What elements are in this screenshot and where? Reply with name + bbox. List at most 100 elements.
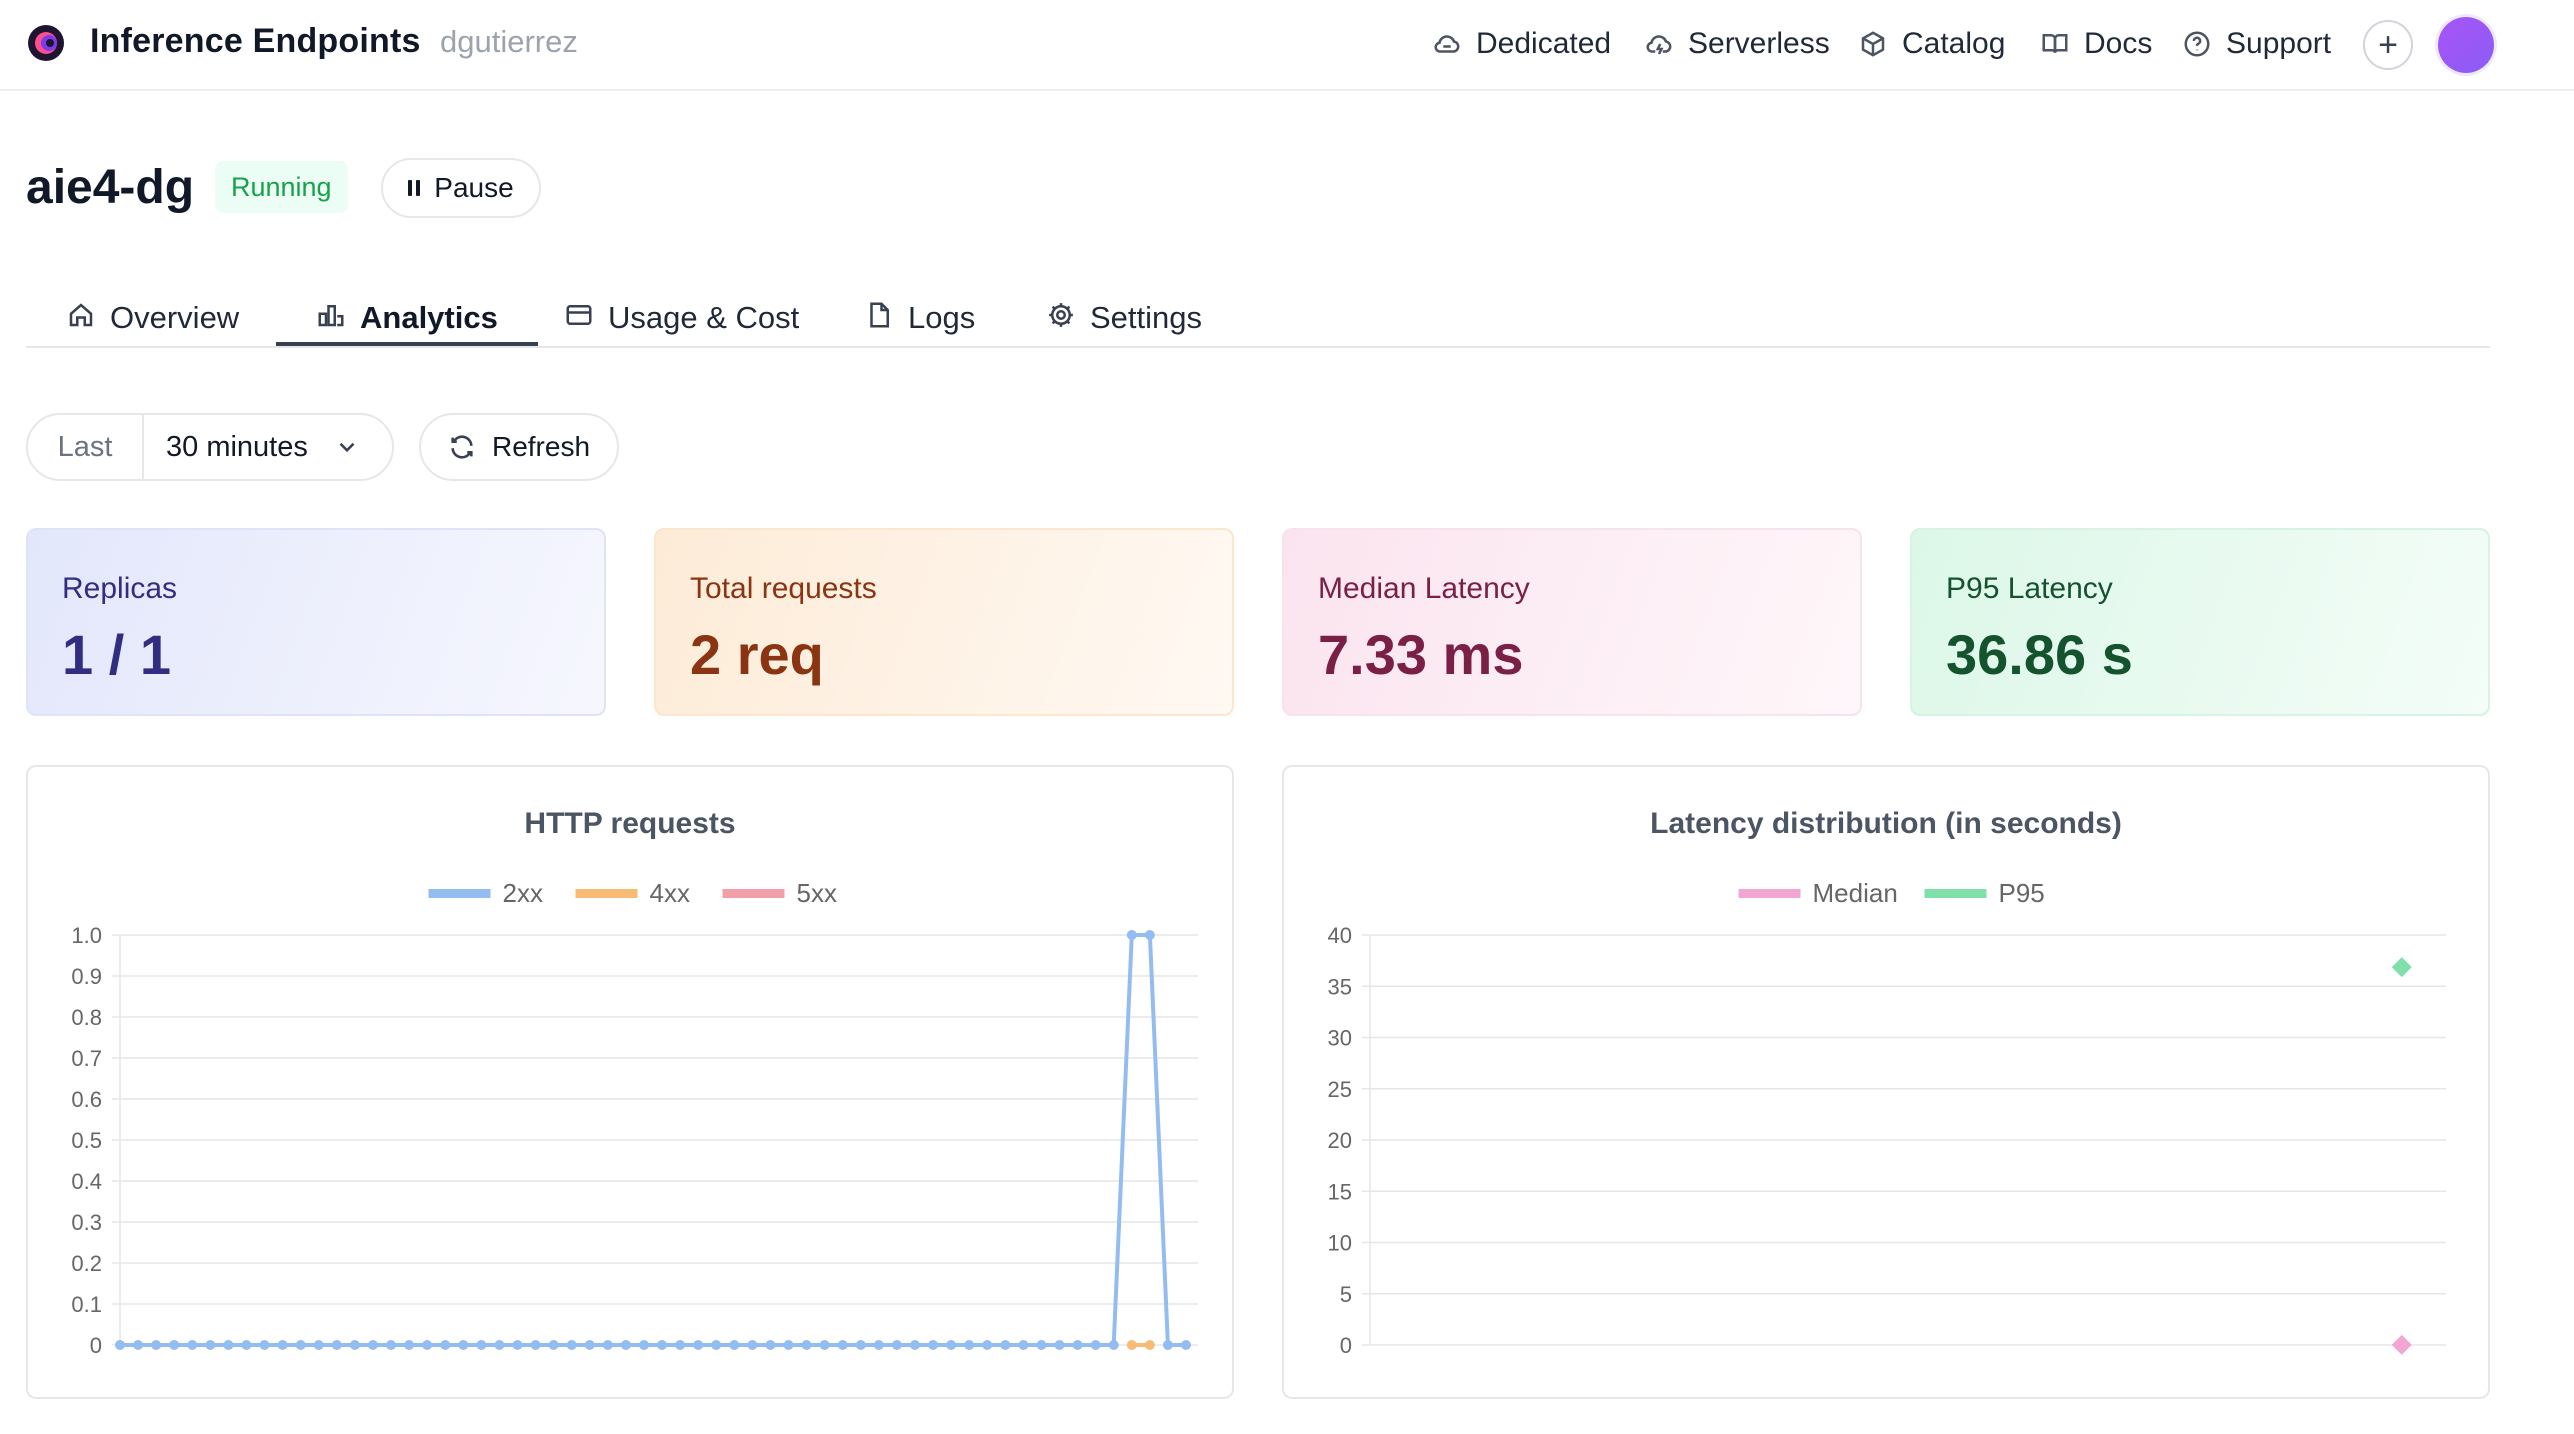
data-point-2xx: [151, 1340, 162, 1350]
refresh-button[interactable]: Refresh: [419, 413, 619, 481]
tab-label: Analytics: [360, 300, 498, 335]
stat-card-replicas: Replicas 1 / 1: [26, 528, 606, 716]
refresh-button-label: Refresh: [491, 431, 591, 462]
tab-label: Settings: [1090, 300, 1203, 335]
endpoint-tabs: Overview Analytics Usage & Cost Logs Set…: [26, 260, 2490, 348]
data-point-2xx: [602, 1340, 613, 1350]
data-point-2xx: [1162, 1340, 1173, 1350]
app-title[interactable]: Inference Endpoints: [90, 22, 421, 61]
account-name[interactable]: dgutierrez: [440, 24, 578, 60]
stat-value: 36.86 s: [1946, 623, 2133, 686]
nav-link-label: Dedicated: [1476, 27, 1612, 60]
data-point-2xx: [675, 1340, 686, 1350]
credit-card-icon: [566, 305, 592, 325]
data-point-2xx: [909, 1340, 920, 1350]
legend-swatch: [575, 889, 638, 898]
tab-logs[interactable]: Logs: [864, 280, 975, 346]
legend-label: Median: [1813, 878, 1898, 908]
data-point-2xx: [1054, 1340, 1065, 1350]
data-point-2xx: [729, 1340, 740, 1350]
legend-swatch: [428, 889, 491, 898]
tab-label: Usage & Cost: [608, 300, 800, 335]
legend-swatch: [1738, 889, 1801, 898]
stat-value: 2 req: [690, 623, 824, 686]
y-tick-label: 15: [1328, 1179, 1352, 1204]
data-point-2xx: [1018, 1340, 1029, 1350]
y-tick-label: 40: [1328, 923, 1352, 948]
pause-button[interactable]: Pause: [381, 158, 541, 218]
y-tick-label: 0.1: [71, 1292, 102, 1317]
data-point-2xx: [801, 1340, 812, 1350]
data-point-2xx: [946, 1340, 957, 1350]
data-point-2xx: [928, 1340, 939, 1350]
data-point-2xx: [1108, 1340, 1119, 1350]
stat-label: Median Latency: [1318, 572, 1530, 605]
stat-card-p95-latency: P95 Latency 36.86 s: [1910, 528, 2490, 716]
nav-link-catalog[interactable]: Catalog: [1858, 22, 2005, 66]
tab-analytics[interactable]: Analytics: [276, 280, 538, 346]
legend-label: 4xx: [650, 878, 690, 908]
nav-link-label: Serverless: [1688, 27, 1830, 60]
time-range-value[interactable]: 30 minutes: [144, 415, 392, 479]
data-point-2xx: [404, 1340, 415, 1350]
tab-usage-cost[interactable]: Usage & Cost: [564, 280, 799, 346]
data-point-P95: [2391, 957, 2412, 978]
user-avatar[interactable]: [2438, 17, 2494, 73]
data-point-Median: [2391, 1334, 2412, 1355]
latency-chart-card: Latency distribution (in seconds) 0 5 10 15…: [1282, 765, 2490, 1399]
nav-link-label: Catalog: [1902, 27, 2006, 60]
data-point-2xx: [982, 1340, 993, 1350]
data-point-2xx: [964, 1340, 975, 1350]
nav-link-support[interactable]: Support: [2182, 22, 2331, 66]
y-tick-label: 10: [1328, 1231, 1352, 1256]
logo-icon[interactable]: [26, 23, 66, 63]
chevron-down-icon: [339, 442, 355, 453]
data-point-2xx: [422, 1340, 433, 1350]
data-point-2xx: [494, 1340, 505, 1350]
stat-card-total-requests: Total requests 2 req: [654, 528, 1234, 716]
data-point-2xx: [1126, 930, 1137, 940]
tab-settings[interactable]: Settings: [1046, 280, 1202, 346]
top-navigation: Inference Endpoints dgutierrez Dedicated…: [0, 0, 2574, 91]
data-point-2xx: [133, 1340, 144, 1350]
y-tick-label: 0.4: [71, 1169, 102, 1194]
bar-chart-icon: [318, 305, 344, 327]
legend-swatch: [722, 889, 785, 898]
y-tick-label: 0.7: [71, 1046, 102, 1071]
data-point-2xx: [873, 1340, 884, 1350]
cube-icon: [1861, 31, 1885, 57]
y-tick-label: 0.6: [71, 1087, 102, 1112]
latency-distribution-chart[interactable]: 0 5 10 15 20 25 30 35 40 Median P95: [1284, 767, 2492, 1401]
nav-link-serverless[interactable]: Serverless: [1644, 22, 1830, 66]
y-tick-label: 35: [1328, 974, 1352, 999]
nav-link-docs[interactable]: Docs: [2040, 22, 2152, 66]
data-point-2xx: [187, 1340, 198, 1350]
tab-label: Overview: [110, 300, 240, 335]
time-range-select[interactable]: Last 30 minutes: [26, 413, 394, 481]
tab-overview[interactable]: Overview: [66, 280, 239, 346]
stat-label: P95 Latency: [1946, 572, 2113, 605]
data-point-2xx: [223, 1340, 234, 1350]
data-point-2xx: [837, 1340, 848, 1350]
add-button[interactable]: +: [2363, 20, 2413, 70]
y-tick-label: 0.9: [71, 964, 102, 989]
y-tick-label: 20: [1328, 1128, 1352, 1153]
nav-link-dedicated[interactable]: Dedicated: [1432, 22, 1611, 66]
data-point-2xx: [440, 1340, 451, 1350]
y-tick-label: 25: [1328, 1077, 1352, 1102]
data-point-2xx: [530, 1340, 541, 1350]
stat-label: Total requests: [690, 572, 877, 605]
y-tick-label: 0.3: [71, 1210, 102, 1235]
data-point-2xx: [1036, 1340, 1047, 1350]
data-point-4xx: [1144, 1340, 1155, 1350]
data-point-2xx: [169, 1340, 180, 1350]
status-badge: Running: [215, 161, 348, 213]
cloud-link-icon: [1434, 35, 1460, 53]
y-tick-label: 30: [1328, 1026, 1352, 1051]
y-tick-label: 0.5: [71, 1128, 102, 1153]
data-point-4xx: [1126, 1340, 1137, 1350]
data-point-2xx: [584, 1340, 595, 1350]
data-point-2xx: [1072, 1340, 1083, 1350]
y-tick-label: 1.0: [71, 923, 102, 948]
http-requests-chart[interactable]: 0 0.1 0.2 0.3 0.4 0.5 0.6 0.7 0.8 0.9 1.0 2xx 4xx 5xx: [28, 767, 1236, 1401]
